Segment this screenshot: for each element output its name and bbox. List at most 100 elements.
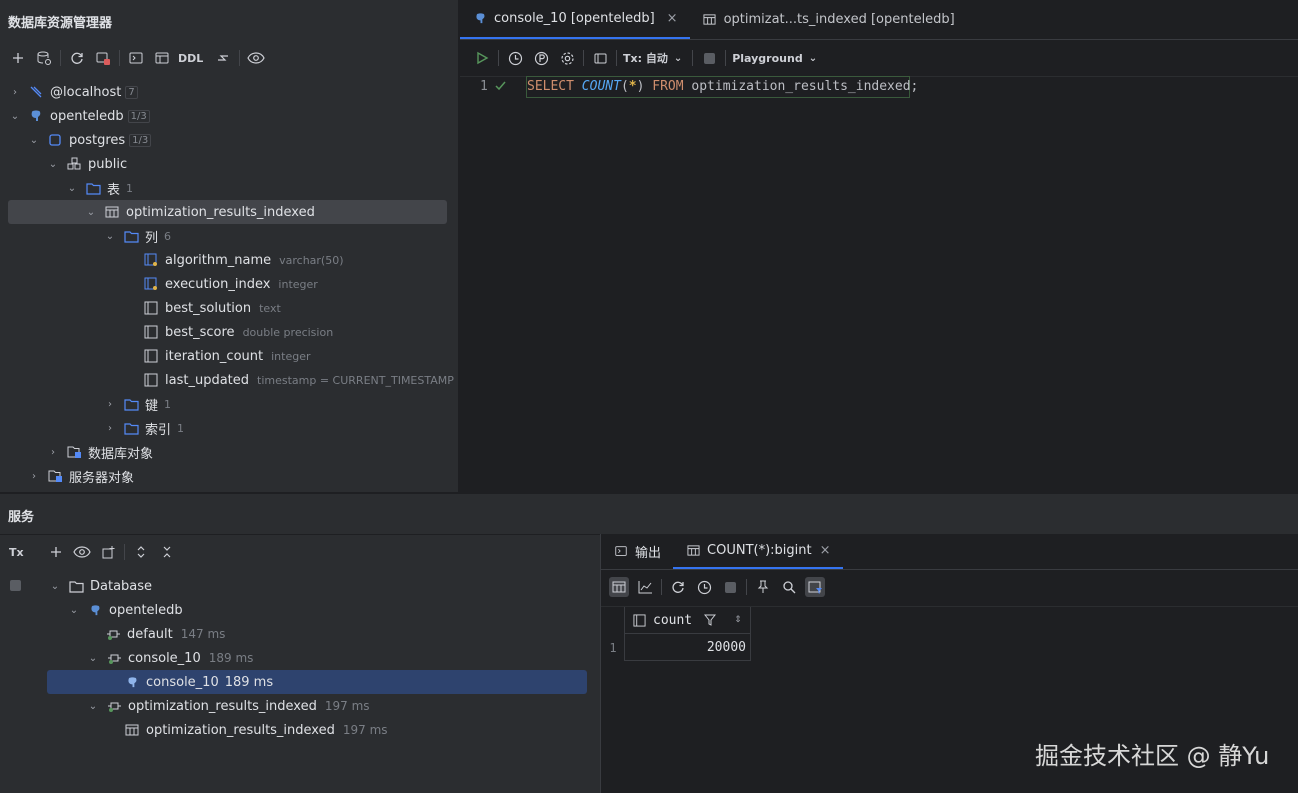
search-icon[interactable] (779, 577, 799, 597)
chevron-down-icon[interactable]: ⌄ (8, 111, 22, 122)
tree-node-column[interactable]: execution_index integer (143, 272, 318, 296)
chevron-right-icon[interactable]: › (103, 399, 117, 410)
chevron-down-icon[interactable]: ⌄ (27, 135, 41, 146)
pin-icon[interactable] (753, 577, 773, 597)
service-node-default[interactable]: default 147 ms (105, 622, 225, 646)
chevron-down-icon[interactable]: ⌄ (86, 701, 100, 712)
database-explorer-panel: 数据库资源管理器 DDL › @localhost 7 ⌄ openteledb… (0, 0, 459, 492)
filter-view-icon[interactable] (805, 577, 825, 597)
run-icon[interactable] (472, 48, 492, 68)
console-icon[interactable] (126, 48, 146, 68)
stop-icon[interactable] (720, 577, 740, 597)
tree-node-tables[interactable]: ⌄ 表 1 (65, 176, 133, 200)
chevron-down-icon[interactable]: ⌄ (103, 231, 117, 242)
tab-console-10[interactable]: console_10 [openteledb] × (460, 0, 690, 39)
transaction-mode-dropdown[interactable]: Tx: 自动 ⌄ (623, 50, 682, 66)
jump-to-source-icon[interactable] (213, 48, 233, 68)
chevron-right-icon[interactable]: › (103, 423, 117, 434)
chevron-down-icon[interactable]: ⌄ (65, 183, 79, 194)
tab-count-result[interactable]: COUNT(*):bigint × (673, 533, 843, 569)
service-node-openteledb[interactable]: ⌄ openteledb (67, 598, 183, 622)
service-node-label: optimization_results_indexed (146, 722, 335, 738)
service-node-console-10[interactable]: ⌄ console_10 189 ms (86, 646, 254, 670)
toolbar-separator (239, 50, 241, 66)
filter-icon[interactable] (704, 614, 717, 626)
service-node-optimization-results-indexed[interactable]: ⌄ optimization_results_indexed 197 ms (86, 694, 370, 718)
execution-time: 189 ms (208, 651, 254, 665)
tree-node-column[interactable]: best_score double precision (143, 320, 333, 344)
table-editor-icon[interactable] (152, 48, 172, 68)
chart-view-icon[interactable] (635, 577, 655, 597)
tree-node-openteledb[interactable]: ⌄ openteledb 1/3 (8, 104, 150, 128)
table-view-icon[interactable] (609, 577, 629, 597)
tree-node-public[interactable]: ⌄ public (46, 152, 127, 176)
sql-semicolon: ; (910, 79, 919, 94)
chevron-right-icon[interactable]: › (46, 447, 60, 458)
schema-icon (66, 156, 82, 172)
tree-node-column[interactable]: iteration_count integer (143, 344, 311, 368)
refresh-icon[interactable] (668, 577, 688, 597)
tree-node-database-objects[interactable]: › 数据库对象 (46, 440, 153, 464)
tree-node-label: 表 (107, 182, 121, 198)
chevron-down-icon: ⌄ (808, 52, 818, 64)
playground-dropdown[interactable]: Playground ⌄ (732, 52, 817, 65)
tab-optimization-results-indexed[interactable]: optimizat...ts_indexed [openteledb] (690, 0, 967, 39)
tree-node-server-objects[interactable]: › 服务器对象 (27, 464, 134, 488)
sql-star: * (628, 79, 637, 94)
add-icon[interactable] (46, 542, 66, 562)
postgresql-elephant-icon (87, 602, 103, 618)
result-cell[interactable]: 20000 (625, 634, 751, 661)
tree-node-optimization-results-indexed[interactable]: ⌄ optimization_results_indexed (84, 200, 315, 224)
history-icon[interactable] (505, 48, 525, 68)
column-type: integer (278, 277, 318, 291)
chevron-down-icon[interactable]: ⌄ (46, 159, 60, 170)
explain-plan-icon[interactable] (531, 48, 551, 68)
chevron-down-icon[interactable]: ⌄ (84, 207, 98, 218)
close-icon[interactable]: × (820, 543, 831, 558)
session-icon (106, 650, 122, 666)
column-header-count[interactable]: count ⇕ (625, 607, 751, 634)
explorer-title: 数据库资源管理器 (8, 16, 113, 31)
data-source-properties-icon[interactable] (34, 48, 54, 68)
tree-node-keys[interactable]: › 键 1 (103, 392, 171, 416)
tree-node-label: 索引 (145, 422, 172, 438)
sql-table-name: optimization_results_indexed (691, 79, 911, 94)
eye-icon[interactable] (72, 542, 92, 562)
service-node-database[interactable]: ⌄ Database (48, 574, 152, 598)
result-view-icon[interactable] (590, 48, 610, 68)
postgresql-elephant-icon (28, 108, 44, 124)
tx-label[interactable]: Tx (9, 546, 24, 559)
tree-node-indexes[interactable]: › 索引 1 (103, 416, 184, 440)
service-node-console-10-run[interactable]: console_10 189 ms (124, 670, 273, 694)
disconnect-icon[interactable] (93, 48, 113, 68)
sql-statement[interactable]: SELECT COUNT(*) FROM optimization_result… (527, 79, 918, 94)
add-icon[interactable] (8, 48, 28, 68)
chevron-down-icon[interactable]: ⌄ (48, 581, 62, 592)
gear-icon[interactable] (557, 48, 577, 68)
stop-icon[interactable] (699, 48, 719, 68)
eye-icon[interactable] (246, 48, 266, 68)
sort-icon[interactable]: ⇕ (734, 615, 742, 625)
tree-node-column[interactable]: last_updated timestamp = CURRENT_TIMESTA… (143, 368, 454, 392)
tree-node-postgres[interactable]: ⌄ postgres 1/3 (27, 128, 152, 152)
close-icon[interactable]: × (667, 11, 678, 26)
tab-output[interactable]: 输出 (601, 533, 673, 569)
table-icon (685, 542, 701, 558)
tree-node-column[interactable]: best_solution text (143, 296, 281, 320)
toolbar-separator (661, 579, 662, 595)
refresh-icon[interactable] (67, 48, 87, 68)
collapse-all-icon[interactable] (157, 542, 177, 562)
ddl-button[interactable]: DDL (178, 52, 203, 65)
service-node-table-view[interactable]: optimization_results_indexed 197 ms (124, 718, 388, 742)
new-tab-icon[interactable] (98, 542, 118, 562)
expand-all-icon[interactable] (131, 542, 151, 562)
chevron-down-icon[interactable]: ⌄ (86, 653, 100, 664)
stop-icon[interactable] (10, 580, 21, 591)
chevron-down-icon[interactable]: ⌄ (67, 605, 81, 616)
chevron-right-icon[interactable]: › (27, 471, 41, 482)
tree-node-localhost[interactable]: › @localhost 7 (8, 80, 138, 104)
tree-node-columns[interactable]: ⌄ 列 6 (103, 224, 171, 248)
chevron-right-icon[interactable]: › (8, 87, 22, 98)
history-icon[interactable] (694, 577, 714, 597)
tree-node-column[interactable]: algorithm_name varchar(50) (143, 248, 344, 272)
